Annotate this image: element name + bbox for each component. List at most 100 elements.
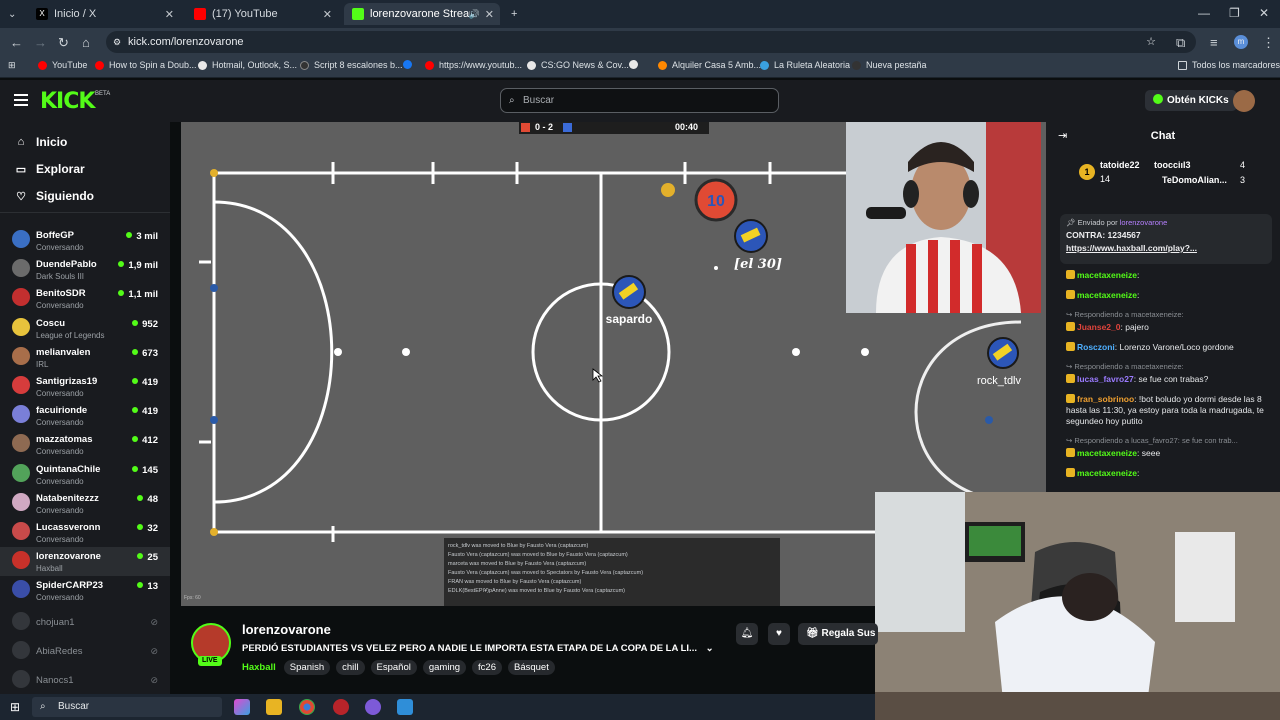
close-window-icon[interactable]: ✕ <box>1259 6 1269 20</box>
kick-logo[interactable]: KICK <box>40 89 95 114</box>
chat-username[interactable]: fran_sobrinoo <box>1077 394 1134 404</box>
back-icon[interactable]: ← <box>10 35 23 50</box>
app-icon[interactable] <box>397 699 413 715</box>
bookmark-item[interactable] <box>629 60 643 69</box>
bookmark-item[interactable]: Hotmail, Outlook, S... <box>198 60 297 70</box>
bookmark-item[interactable]: Script 8 escalones b... <box>300 60 403 70</box>
sidebar-channel[interactable]: Natabenitezzz Conversando 48 <box>0 489 170 518</box>
sidebar-channel[interactable]: lorenzovarone Haxball 25 <box>0 547 170 577</box>
bookmark-item[interactable]: https://www.youtub... <box>425 60 522 70</box>
bookmark-item[interactable]: Nueva pestaña <box>852 60 927 70</box>
media-icon[interactable]: ≡ <box>1210 35 1218 50</box>
url-field[interactable]: ⚙ kick.com/lorenzovarone ☆ <box>106 31 1196 53</box>
leaderboard-name[interactable]: toocciıl3 <box>1154 160 1191 170</box>
folder-icon[interactable] <box>266 699 282 715</box>
chat-message[interactable]: Rosczoni: Lorenzo Varone/Loco gordone <box>1066 342 1276 353</box>
menu-icon[interactable]: ⋮ <box>1262 35 1275 51</box>
sidebar-channel[interactable]: BenitoSDR Conversando 1,1 mil <box>0 284 170 313</box>
apps-icon[interactable]: ⊞ <box>8 60 16 71</box>
discord-icon[interactable] <box>365 699 381 715</box>
sidebar-channel[interactable]: melianvalen IRL 673 <box>0 343 170 372</box>
leaderboard-name[interactable]: TeDomoAlian... <box>1162 175 1227 185</box>
app-icon[interactable] <box>333 699 349 715</box>
sidebar-channel[interactable]: BoffeGP Conversando 3 mil <box>0 226 170 255</box>
chat-username[interactable]: Juanse2_0 <box>1077 322 1120 332</box>
sidebar-channel[interactable]: Santigrizas19 Conversando 419 <box>0 372 170 401</box>
category-link[interactable]: Haxball <box>242 662 276 673</box>
copilot-icon[interactable] <box>234 699 250 715</box>
search-input[interactable]: ⌕ Buscar <box>500 88 779 113</box>
tag[interactable]: Spanish <box>283 660 331 675</box>
menu-icon[interactable] <box>14 94 28 106</box>
pinned-message[interactable]: 📌︎ Enviado por lorenzovarone CONTRA: 123… <box>1060 214 1272 264</box>
tab-x[interactable]: X Inicio / X ✕ <box>28 3 180 25</box>
taskbar-search[interactable]: ⌕ Buscar <box>32 697 222 717</box>
chat-username[interactable]: Rosczoni <box>1077 342 1115 352</box>
close-tab-icon[interactable]: ✕ <box>323 8 332 21</box>
bookmark-item[interactable]: Alquiler Casa 5 Amb... <box>658 60 761 70</box>
close-tab-icon[interactable]: ✕ <box>165 8 174 21</box>
forward-icon[interactable]: → <box>34 35 47 50</box>
avatar[interactable] <box>1233 90 1255 112</box>
restore-icon[interactable]: ❐ <box>1229 6 1240 20</box>
chat-message[interactable]: Juanse2_0: pajero <box>1066 322 1276 333</box>
notification-bell-button[interactable]: 🔔︎ <box>736 623 758 645</box>
home-icon[interactable]: ⌂ <box>82 35 90 50</box>
sidebar-channel[interactable]: Lucassveronn Conversando 32 <box>0 518 170 547</box>
chrome-icon[interactable] <box>299 699 315 715</box>
all-bookmarks[interactable]: Todos los marcadores <box>1178 60 1280 70</box>
chat-message[interactable]: lucas_favro27: se fue con trabas? <box>1066 374 1276 385</box>
chat-username[interactable]: lucas_favro27 <box>1077 374 1134 384</box>
tag[interactable]: chill <box>336 660 365 675</box>
profile-icon[interactable]: m <box>1234 35 1248 49</box>
sidebar-channel-offline[interactable]: chojuan1 ⊘ <box>0 608 170 637</box>
sidebar-channel[interactable]: SpiderCARP23 Conversando 13 <box>0 576 170 605</box>
new-tab-button[interactable]: + <box>503 3 523 25</box>
chat-username[interactable]: macetaxeneize <box>1077 290 1137 300</box>
bookmark-item[interactable]: La Ruleta Aleatoria <box>760 60 850 70</box>
sidebar-channel[interactable]: DuendePablo Dark Souls III 1,9 mil <box>0 255 170 284</box>
chat-username[interactable]: macetaxeneize <box>1077 468 1137 478</box>
bookmark-item[interactable] <box>403 60 417 69</box>
tab-search-button[interactable]: ⌄ <box>0 3 24 25</box>
follow-button[interactable]: ♥ <box>768 623 790 645</box>
tab-kick[interactable]: lorenzovarone Stream - Wa 🔊 ✕ <box>344 3 500 25</box>
sidebar-channel[interactable]: mazzatomas Conversando 412 <box>0 430 170 459</box>
tag[interactable]: Español <box>370 660 417 675</box>
chat-message[interactable]: macetaxeneize: <box>1066 290 1276 301</box>
sidebar-channel[interactable]: Coscu League of Legends 952 <box>0 314 170 343</box>
sidebar-channel-offline[interactable]: Nanocs1 ⊘ <box>0 666 170 694</box>
bookmark-star-icon[interactable]: ☆ <box>1146 31 1156 53</box>
chevron-down-icon[interactable]: ⌄ <box>706 643 714 654</box>
chat-message[interactable]: macetaxeneize: <box>1066 270 1276 281</box>
tag[interactable]: Básquet <box>508 660 555 675</box>
chat-username[interactable]: macetaxeneize <box>1077 270 1137 280</box>
sidebar-item-siguiendo[interactable]: ♡ Siguiendo <box>14 189 94 203</box>
sidebar-channel-offline[interactable]: AbiaRedes ⊘ <box>0 637 170 666</box>
bookmark-item[interactable]: CS:GO News & Cov... <box>527 60 629 70</box>
gift-sub-button[interactable]: 🎁︎ Regala Sus <box>798 623 878 645</box>
minimize-icon[interactable]: — <box>1198 6 1210 20</box>
chat-username[interactable]: macetaxeneize <box>1077 448 1137 458</box>
extensions-icon[interactable]: ⧉ <box>1176 35 1185 51</box>
bookmark-item[interactable]: How to Spin a Doub... <box>95 60 197 70</box>
tag[interactable]: fc26 <box>472 660 502 675</box>
chat-message[interactable]: macetaxeneize: seee <box>1066 448 1276 459</box>
windows-start-icon[interactable]: ⊞ <box>10 700 20 714</box>
tag[interactable]: gaming <box>422 660 467 675</box>
speaker-icon[interactable]: 🔊 <box>469 9 480 20</box>
sidebar-channel[interactable]: QuintanaChile Conversando 145 <box>0 460 170 489</box>
streamer-name[interactable]: lorenzovarone <box>242 622 331 637</box>
chat-message[interactable]: macetaxeneize: <box>1066 468 1276 479</box>
sidebar-item-explorar[interactable]: ▭ Explorar <box>14 162 85 176</box>
close-tab-icon[interactable]: ✕ <box>485 8 494 21</box>
reload-icon[interactable]: ↻ <box>58 35 69 51</box>
pinned-link[interactable]: https://www.haxball.com/play?... <box>1066 243 1266 253</box>
leaderboard-name[interactable]: tatoide22 <box>1100 160 1140 170</box>
sidebar-item-inicio[interactable]: ⌂ Inicio <box>14 135 68 149</box>
sidebar-channel[interactable]: facuirionde Conversando 419 <box>0 401 170 430</box>
get-kicks-button[interactable]: Obtén KICKs <box>1145 90 1237 111</box>
site-info-icon[interactable]: ⚙ <box>113 31 121 53</box>
chat-message[interactable]: fran_sobrinoo: !bot boludo yo dormi desd… <box>1066 394 1276 427</box>
tab-youtube[interactable]: (17) YouTube ✕ <box>186 3 338 25</box>
